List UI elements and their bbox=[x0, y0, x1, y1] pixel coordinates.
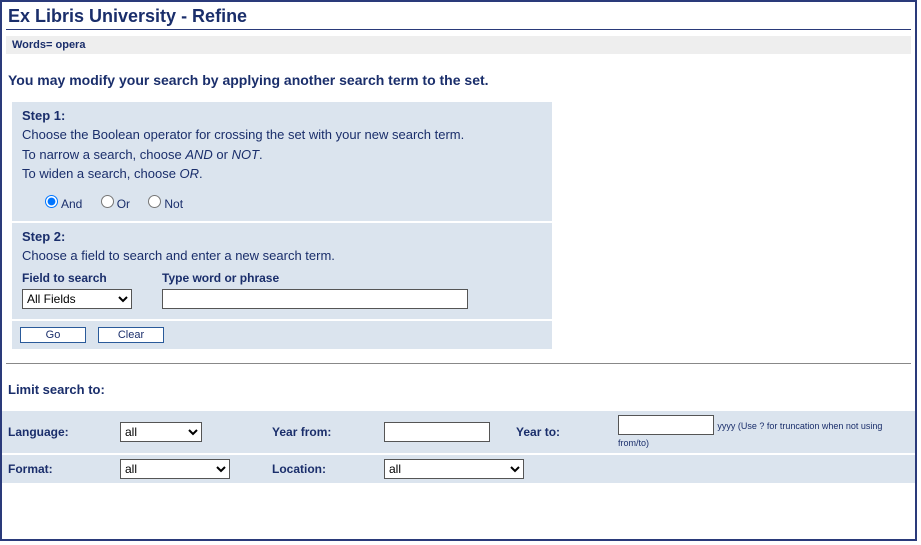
step2-block: Step 2: Choose a field to search and ent… bbox=[12, 223, 552, 320]
step1-line3a: To widen a search, choose bbox=[22, 166, 180, 181]
yearto-input[interactable] bbox=[618, 415, 714, 435]
phrase-label: Type word or phrase bbox=[162, 271, 468, 285]
field-to-search-label: Field to search bbox=[22, 271, 132, 285]
page-title: Ex Libris University - Refine bbox=[2, 2, 915, 29]
field-to-search-select[interactable]: All Fields bbox=[22, 289, 132, 309]
format-select[interactable]: all bbox=[120, 459, 230, 479]
location-label: Location: bbox=[266, 454, 378, 484]
yearfrom-input[interactable] bbox=[384, 422, 490, 442]
step1-or-em: OR bbox=[180, 166, 200, 181]
step2-label: Step 2: bbox=[22, 229, 542, 244]
step1-line2e: . bbox=[259, 147, 263, 162]
step1-line2c: or bbox=[213, 147, 232, 162]
app-frame: Ex Libris University - Refine Words= ope… bbox=[0, 0, 917, 541]
button-row: Go Clear bbox=[12, 321, 552, 349]
radio-and[interactable] bbox=[45, 195, 58, 208]
step1-and-em: AND bbox=[185, 147, 212, 162]
boolean-radio-row: And Or Not bbox=[22, 184, 542, 211]
radio-or-label[interactable]: Or bbox=[96, 197, 130, 211]
limit-table: Language: all Year from: Year to: yyyy (… bbox=[2, 411, 915, 485]
step1-not-em: NOT bbox=[232, 147, 259, 162]
section-divider bbox=[6, 363, 911, 364]
language-label: Language: bbox=[2, 411, 114, 454]
location-select[interactable]: all bbox=[384, 459, 524, 479]
title-divider bbox=[6, 29, 911, 30]
radio-or[interactable] bbox=[101, 195, 114, 208]
step2-text: Choose a field to search and enter a new… bbox=[22, 246, 542, 266]
limit-title: Limit search to: bbox=[2, 382, 915, 411]
clear-button[interactable]: Clear bbox=[98, 327, 164, 343]
step1-text: Choose the Boolean operator for crossing… bbox=[22, 125, 542, 184]
step1-line1: Choose the Boolean operator for crossing… bbox=[22, 127, 464, 142]
words-bar: Words= opera bbox=[6, 36, 911, 54]
go-button[interactable]: Go bbox=[20, 327, 86, 343]
phrase-input[interactable] bbox=[162, 289, 468, 309]
format-label: Format: bbox=[2, 454, 114, 484]
step1-block: Step 1: Choose the Boolean operator for … bbox=[12, 102, 552, 221]
radio-and-label[interactable]: And bbox=[40, 197, 82, 211]
radio-not[interactable] bbox=[148, 195, 161, 208]
step1-line3c: . bbox=[199, 166, 203, 181]
radio-not-label[interactable]: Not bbox=[143, 197, 183, 211]
step1-line2a: To narrow a search, choose bbox=[22, 147, 185, 162]
step2-fields: Field to search All Fields Type word or … bbox=[22, 265, 542, 309]
intro-text: You may modify your search by applying a… bbox=[2, 62, 915, 102]
yearto-label: Year to: bbox=[510, 411, 612, 454]
language-select[interactable]: all bbox=[120, 422, 202, 442]
yearfrom-label: Year from: bbox=[266, 411, 378, 454]
step1-label: Step 1: bbox=[22, 108, 542, 123]
